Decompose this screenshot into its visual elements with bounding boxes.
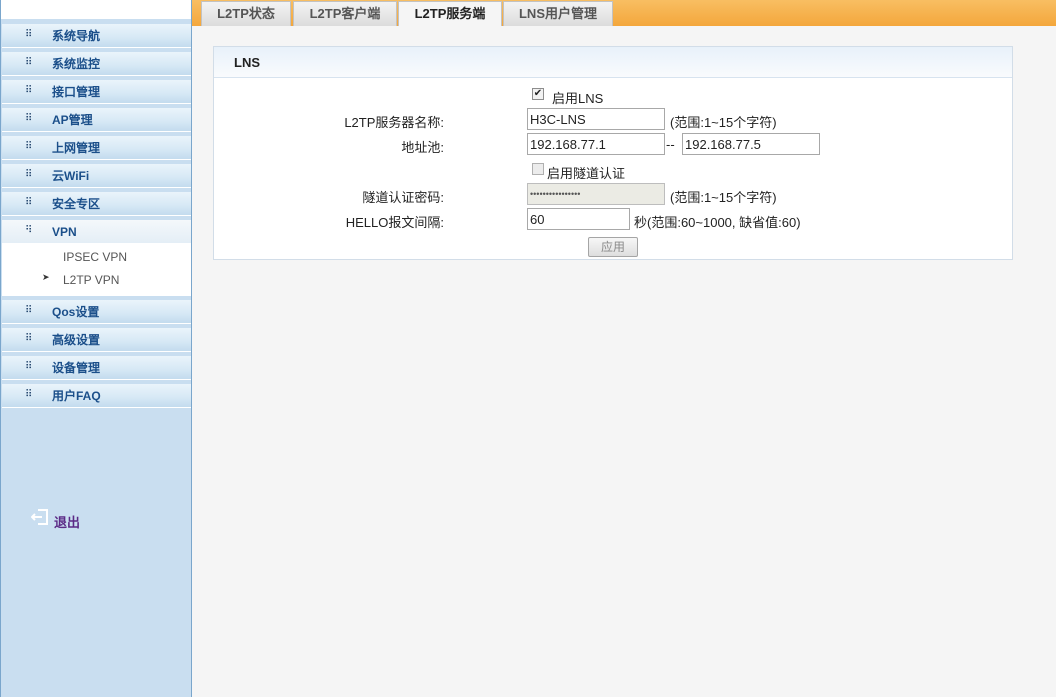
logout-label: 退出 bbox=[54, 515, 81, 530]
expand-arrows-icon: ⠿ bbox=[25, 57, 33, 68]
expand-arrows-icon: ⠿ bbox=[25, 29, 33, 40]
expand-arrows-icon: ⠿ bbox=[25, 141, 33, 152]
submenu-item-label: IPSEC VPN bbox=[63, 250, 128, 264]
sidebar-item-label: 设备管理 bbox=[52, 361, 101, 375]
address-pool-start-input[interactable] bbox=[527, 133, 665, 155]
expand-arrows-icon: ⠿ bbox=[25, 333, 33, 344]
panel-header: LNS bbox=[214, 47, 1012, 78]
sidebar-item-faq[interactable]: ⠿ 用户FAQ bbox=[2, 384, 191, 408]
sidebar-item-label: 接口管理 bbox=[52, 85, 101, 99]
sidebar-item-label: 安全专区 bbox=[52, 197, 101, 211]
hello-interval-label: HELLO报文间隔: bbox=[345, 215, 444, 230]
expand-arrows-icon: ⠿ bbox=[25, 305, 33, 316]
sidebar-item-system-monitor[interactable]: ⠿ 系统监控 bbox=[2, 52, 191, 76]
hello-interval-hint: 秒(范围:60~1000, 缺省值:60) bbox=[634, 215, 801, 230]
sidebar-item-system-nav[interactable]: ⠿ 系统导航 bbox=[2, 24, 191, 48]
sidebar-item-label: 云WiFi bbox=[52, 169, 90, 183]
tab-l2tp-client[interactable]: L2TP客户端 bbox=[293, 1, 397, 26]
sidebar-item-ap[interactable]: ⠿ AP管理 bbox=[2, 108, 191, 132]
tunnel-password-label: 隧道认证密码: bbox=[362, 190, 444, 205]
expand-arrows-icon: ⠿ bbox=[25, 85, 33, 96]
address-pool-end-input[interactable] bbox=[682, 133, 820, 155]
sidebar-item-advanced[interactable]: ⠿ 高级设置 bbox=[2, 328, 191, 352]
tab-l2tp-status[interactable]: L2TP状态 bbox=[201, 1, 291, 26]
tunnel-password-hint: (范围:1~15个字符) bbox=[670, 190, 777, 205]
tab-l2tp-server[interactable]: L2TP服务端 bbox=[398, 1, 502, 26]
sidebar-item-label: 高级设置 bbox=[52, 333, 101, 347]
sidebar-item-label: 上网管理 bbox=[52, 141, 101, 155]
sidebar-item-cloud-wifi[interactable]: ⠿ 云WiFi bbox=[2, 164, 191, 188]
tunnel-auth-label: 启用隧道认证 bbox=[547, 166, 626, 181]
sidebar-item-label: VPN bbox=[52, 225, 77, 239]
hello-interval-input[interactable] bbox=[527, 208, 630, 230]
expand-arrows-icon: ⠿ bbox=[25, 197, 33, 208]
sidebar-top-strip bbox=[1, 0, 191, 19]
sidebar-item-label: AP管理 bbox=[52, 113, 93, 127]
sidebar-item-label: 用户FAQ bbox=[52, 389, 101, 403]
server-name-label: L2TP服务器名称: bbox=[344, 115, 444, 130]
sidebar-item-security[interactable]: ⠿ 安全专区 bbox=[2, 192, 191, 216]
selected-arrow-icon: ➤ bbox=[42, 273, 50, 283]
sidebar: ⠿ 系统导航 ⠿ 系统监控 ⠿ 接口管理 ⠿ AP管理 ⠿ 上网管理 ⠿ 云Wi… bbox=[0, 0, 191, 697]
logout-icon bbox=[31, 509, 48, 525]
sidebar-item-label: 系统监控 bbox=[52, 57, 101, 71]
expand-arrows-icon: ⠿ bbox=[25, 113, 33, 124]
submenu-item-ipsec-vpn[interactable]: IPSEC VPN bbox=[2, 246, 191, 268]
sidebar-item-label: 系统导航 bbox=[52, 29, 101, 43]
server-name-hint: (范围:1~15个字符) bbox=[670, 115, 777, 130]
sidebar-item-label: Qos设置 bbox=[52, 305, 100, 319]
apply-button[interactable]: 应用 bbox=[588, 237, 638, 257]
sidebar-item-device[interactable]: ⠿ 设备管理 bbox=[2, 356, 191, 380]
panel-title: LNS bbox=[234, 55, 260, 70]
sidebar-item-qos[interactable]: ⠿ Qos设置 bbox=[2, 300, 191, 324]
tunnel-password-input[interactable] bbox=[527, 183, 665, 205]
sidebar-item-internet[interactable]: ⠿ 上网管理 bbox=[2, 136, 191, 160]
submenu-item-l2tp-vpn[interactable]: ➤ L2TP VPN bbox=[2, 269, 191, 291]
enable-lns-checkbox[interactable]: ✔ bbox=[532, 88, 544, 100]
address-pool-label: 地址池: bbox=[401, 140, 444, 155]
expand-arrows-icon: ⠿ bbox=[25, 361, 33, 372]
expand-arrows-icon: ⠿ bbox=[25, 169, 33, 180]
lns-panel: LNS ✔ 启用LNS L2TP服务器名称: (范围:1~15个字符) 地址池:… bbox=[213, 46, 1013, 260]
collapse-arrows-icon: ⠻ bbox=[25, 225, 33, 236]
tab-bar: L2TP状态 L2TP客户端 L2TP服务端 LNS用户管理 bbox=[192, 0, 1056, 26]
expand-arrows-icon: ⠿ bbox=[25, 389, 33, 400]
sidebar-item-interface[interactable]: ⠿ 接口管理 bbox=[2, 80, 191, 104]
sidebar-item-vpn[interactable]: ⠻ VPN bbox=[2, 220, 191, 244]
submenu-item-label: L2TP VPN bbox=[63, 273, 120, 287]
tab-lns-user-management[interactable]: LNS用户管理 bbox=[503, 1, 613, 26]
main-content: L2TP状态 L2TP客户端 L2TP服务端 LNS用户管理 LNS ✔ 启用L… bbox=[191, 0, 1056, 697]
address-pool-separator: -- bbox=[666, 137, 675, 152]
enable-lns-label: 启用LNS bbox=[552, 91, 604, 106]
server-name-input[interactable] bbox=[527, 108, 665, 130]
tunnel-auth-checkbox[interactable] bbox=[532, 163, 544, 175]
